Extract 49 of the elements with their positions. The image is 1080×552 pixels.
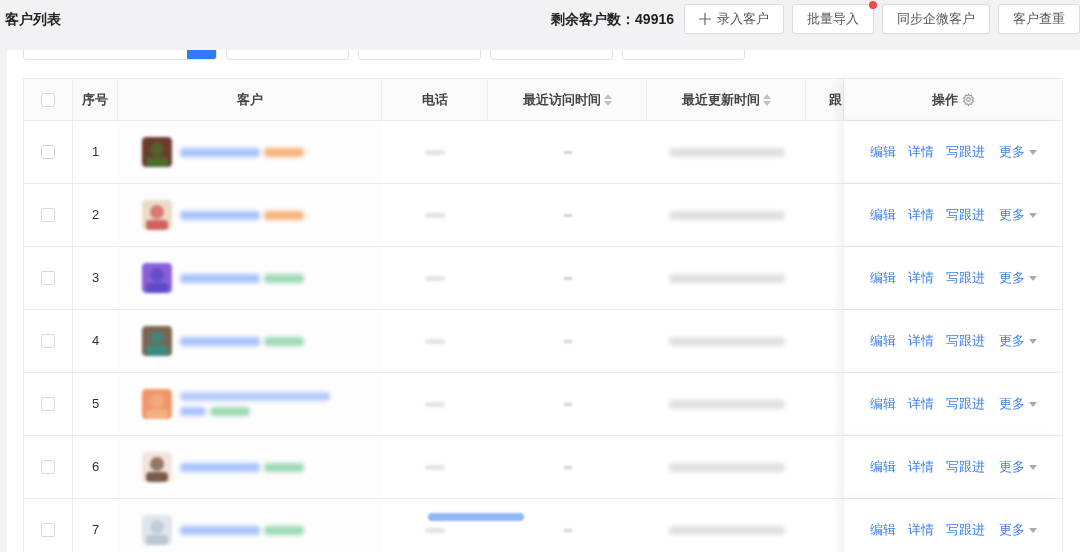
action-link[interactable]: 写跟进: [945, 457, 985, 477]
row-number: 2: [91, 206, 100, 225]
column-header: 最近更新时间: [681, 90, 760, 109]
toolbar-button[interactable]: 客户查重: [998, 4, 1080, 34]
remaining-label: 剩余客户数：: [551, 9, 636, 29]
row-number: 5: [91, 395, 100, 414]
action-link[interactable]: 详情: [907, 520, 934, 540]
column-header: 操作: [931, 90, 958, 109]
column-header: 电话: [421, 90, 448, 109]
more-dropdown[interactable]: 更多: [998, 394, 1037, 414]
more-dropdown[interactable]: 更多: [998, 205, 1037, 225]
action-link[interactable]: 编辑: [869, 331, 896, 351]
more-dropdown[interactable]: 更多: [998, 457, 1037, 477]
more-dropdown[interactable]: 更多: [998, 520, 1037, 540]
column-header: 最近访问时间: [522, 90, 601, 109]
action-link[interactable]: 详情: [907, 268, 934, 288]
column-header: 跟: [829, 90, 842, 109]
action-link[interactable]: 编辑: [869, 394, 896, 414]
action-link[interactable]: 写跟进: [945, 394, 985, 414]
action-link[interactable]: 写跟进: [945, 331, 985, 351]
more-dropdown[interactable]: 更多: [998, 331, 1037, 351]
more-dropdown[interactable]: 更多: [998, 142, 1037, 162]
row-number: 4: [91, 332, 100, 351]
toolbar-button[interactable]: 录入客户: [684, 4, 784, 34]
row-number: 3: [91, 269, 100, 288]
action-link[interactable]: 编辑: [869, 457, 896, 477]
column-header: 客户: [236, 90, 263, 109]
action-link[interactable]: 编辑: [869, 268, 896, 288]
action-link[interactable]: 写跟进: [945, 142, 985, 162]
action-link[interactable]: 编辑: [869, 142, 896, 162]
action-link[interactable]: 详情: [907, 457, 934, 477]
action-link[interactable]: 写跟进: [945, 205, 985, 225]
action-link[interactable]: 编辑: [869, 520, 896, 540]
column-header: 序号: [82, 90, 108, 109]
action-link[interactable]: 详情: [907, 142, 934, 162]
page-title: 客户列表: [5, 9, 61, 29]
action-link[interactable]: 编辑: [869, 205, 896, 225]
action-link[interactable]: 详情: [907, 331, 934, 351]
action-link[interactable]: 写跟进: [945, 520, 985, 540]
row-number: 1: [91, 143, 100, 162]
more-dropdown[interactable]: 更多: [998, 268, 1037, 288]
remaining-count: 49916: [635, 9, 674, 29]
action-link[interactable]: 详情: [907, 205, 934, 225]
row-number: 6: [91, 458, 100, 477]
action-link[interactable]: 详情: [907, 394, 934, 414]
toolbar-button[interactable]: 批量导入: [792, 4, 874, 34]
toolbar-button[interactable]: 同步企微客户: [882, 4, 990, 34]
row-number: 7: [91, 521, 100, 540]
action-link[interactable]: 写跟进: [945, 268, 985, 288]
